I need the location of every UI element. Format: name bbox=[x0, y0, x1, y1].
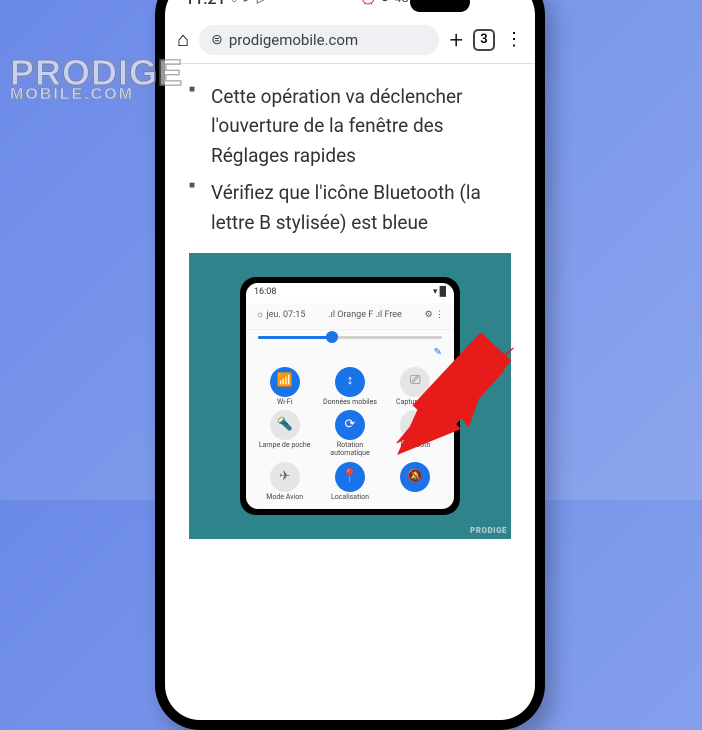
qs-tile: ⟳Rotation automatique bbox=[317, 410, 382, 457]
inner-qs-header: ☼ jeu. 07:15 .ıl Orange F .ıl Free ⚙ ⋮ bbox=[246, 303, 454, 330]
article-content: Cette opération va déclencher l'ouvertur… bbox=[165, 64, 535, 557]
menu-icon[interactable]: ⋮ bbox=[505, 29, 523, 50]
sync-icon: ⟳ bbox=[380, 0, 392, 6]
red-arrow-annotation bbox=[391, 333, 521, 463]
inner-status-bar: 16:08 ▾ █ bbox=[246, 283, 454, 303]
status-icon-play: ▷ bbox=[257, 0, 268, 6]
qs-tile: 🔦Lampe de poche bbox=[252, 410, 317, 457]
list-item: Cette opération va déclencher l'ouvertur… bbox=[189, 82, 511, 170]
qs-tile: ✈Mode Avion bbox=[252, 462, 317, 502]
qs-tile: 📍Localisation bbox=[317, 462, 382, 502]
qs-tile: 🔕 bbox=[383, 462, 448, 502]
inner-watermark: PRODIGE bbox=[470, 527, 507, 535]
network-type: 4G bbox=[395, 0, 409, 5]
watermark: PRODIGE MOBILE.COM bbox=[10, 55, 183, 103]
list-item: Vérifiez que l'icône Bluetooth (la lettr… bbox=[189, 178, 511, 237]
status-time: 11:21 bbox=[185, 0, 226, 8]
qs-tile: 📶Wi-Fi bbox=[252, 367, 317, 407]
url-bar[interactable]: ⊜ prodigemobile.com bbox=[199, 25, 439, 55]
embedded-screenshot: 16:08 ▾ █ ☼ jeu. 07:15 .ıl Orange F .ıl … bbox=[189, 253, 511, 539]
status-icon-2: ⪧ bbox=[243, 0, 251, 6]
new-tab-icon[interactable]: + bbox=[449, 26, 463, 54]
qs-tile: ↕Données mobiles bbox=[317, 367, 382, 407]
home-icon[interactable]: ⌂ bbox=[177, 27, 189, 52]
phone-frame: 11:21 ⫱ ⪧ ▷ ⏰ ⟳ 4G 📶 0 % ⌂ ⊜ prodigemobi… bbox=[155, 0, 545, 730]
status-bar: 11:21 ⫱ ⪧ ▷ ⏰ ⟳ 4G 📶 0 % bbox=[165, 0, 535, 16]
tab-switcher[interactable]: 3 bbox=[473, 29, 495, 51]
site-settings-icon: ⊜ bbox=[211, 32, 223, 48]
browser-toolbar: ⌂ ⊜ prodigemobile.com + 3 ⋮ bbox=[165, 16, 535, 64]
camera-cutout bbox=[410, 0, 470, 12]
alarm-icon: ⏰ bbox=[360, 0, 377, 6]
status-icon-1: ⫱ bbox=[232, 0, 237, 6]
url-text: prodigemobile.com bbox=[229, 31, 358, 49]
